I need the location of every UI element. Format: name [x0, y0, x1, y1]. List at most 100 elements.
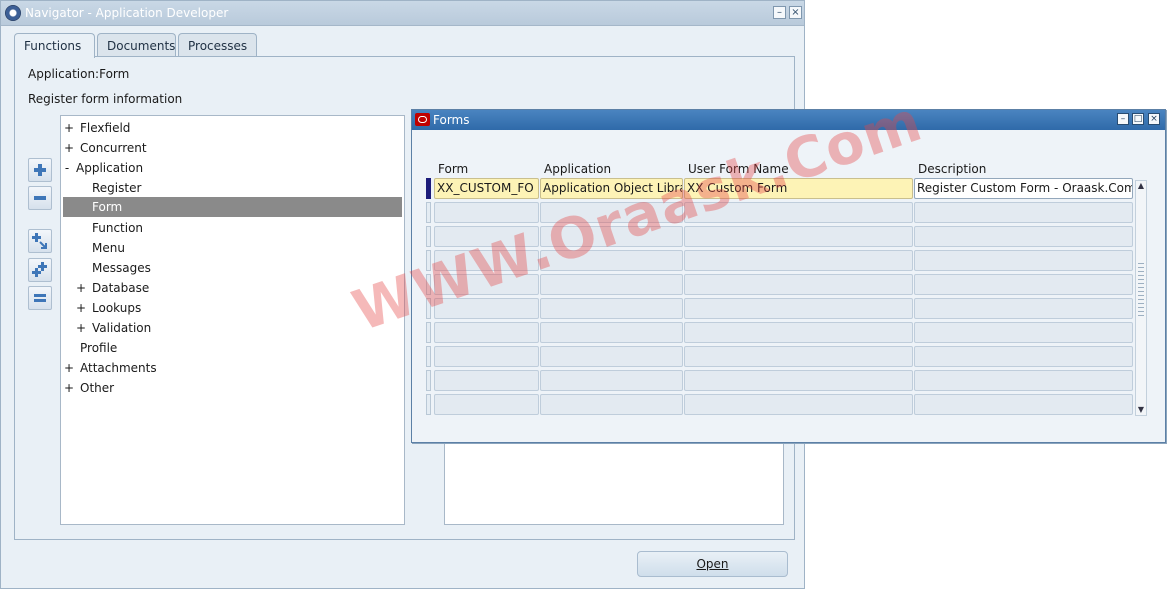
tree-expander[interactable]: + — [64, 358, 74, 378]
record-indicator[interactable] — [426, 322, 431, 343]
tree-item-flexfield[interactable]: + Flexfield — [61, 118, 404, 138]
application-cell[interactable] — [540, 274, 683, 295]
collapse-all-button[interactable] — [28, 286, 52, 310]
description-cell[interactable] — [914, 226, 1133, 247]
record-indicator[interactable] — [426, 298, 431, 319]
form-cell[interactable] — [434, 274, 539, 295]
application-cell[interactable] — [540, 370, 683, 391]
tree-expander[interactable]: - — [62, 158, 72, 178]
record-indicator[interactable] — [426, 274, 431, 295]
table-row[interactable] — [426, 250, 1136, 272]
tree-item-application[interactable]: - Application — [61, 158, 404, 178]
table-row[interactable] — [426, 298, 1136, 320]
vertical-scrollbar[interactable]: ▲ ▼ — [1135, 180, 1147, 416]
tree-expander[interactable]: + — [64, 118, 74, 138]
table-row[interactable]: XX_CUSTOM_FO Application Object Libra XX C… — [426, 178, 1136, 200]
maximize-icon[interactable]: □ — [1132, 113, 1144, 125]
scroll-up-icon[interactable]: ▲ — [1136, 181, 1146, 191]
record-indicator[interactable] — [426, 226, 431, 247]
scroll-grip[interactable] — [1138, 263, 1144, 317]
form-cell[interactable] — [434, 346, 539, 367]
table-row[interactable] — [426, 370, 1136, 392]
description-cell[interactable] — [914, 370, 1133, 391]
form-cell[interactable] — [434, 202, 539, 223]
minimize-icon[interactable]: – — [773, 6, 786, 19]
tree-item-menu[interactable]: Menu — [61, 238, 404, 258]
description-cell[interactable] — [914, 394, 1133, 415]
forms-titlebar[interactable]: Forms – □ × — [412, 110, 1165, 130]
form-cell[interactable] — [434, 250, 539, 271]
form-cell[interactable] — [434, 298, 539, 319]
form-cell[interactable] — [434, 322, 539, 343]
close-icon[interactable]: × — [789, 6, 802, 19]
table-row[interactable] — [426, 274, 1136, 296]
tree-item-validation[interactable]: + Validation — [61, 318, 404, 338]
record-indicator[interactable] — [426, 250, 431, 271]
tree-item-form[interactable]: Form — [63, 197, 402, 217]
user-form-name-cell[interactable] — [684, 202, 913, 223]
description-cell[interactable] — [914, 346, 1133, 367]
tree-expander[interactable]: + — [64, 138, 74, 158]
user-form-name-cell[interactable] — [684, 346, 913, 367]
tab-functions[interactable]: Functions — [14, 33, 95, 58]
application-cell[interactable] — [540, 346, 683, 367]
user-form-name-cell[interactable] — [684, 370, 913, 391]
user-form-name-cell[interactable] — [684, 226, 913, 247]
tree-item-lookups[interactable]: + Lookups — [61, 298, 404, 318]
expand-branch-button[interactable] — [28, 229, 52, 253]
user-form-name-cell[interactable] — [684, 274, 913, 295]
tree-item-function[interactable]: Function — [61, 218, 404, 238]
tree-item-concurrent[interactable]: + Concurrent — [61, 138, 404, 158]
table-row[interactable] — [426, 322, 1136, 344]
scroll-down-icon[interactable]: ▼ — [1136, 405, 1146, 415]
navigator-titlebar[interactable]: Navigator - Application Developer – × — [1, 1, 804, 26]
application-cell[interactable] — [540, 322, 683, 343]
form-cell[interactable] — [434, 370, 539, 391]
table-row[interactable] — [426, 346, 1136, 368]
user-form-name-cell[interactable] — [684, 394, 913, 415]
tab-processes[interactable]: Processes — [178, 33, 257, 57]
application-cell[interactable] — [540, 250, 683, 271]
record-indicator[interactable] — [426, 370, 431, 391]
minimize-icon[interactable]: – — [1117, 113, 1129, 125]
open-button[interactable]: Open — [637, 551, 788, 577]
record-indicator[interactable] — [426, 202, 431, 223]
application-cell[interactable] — [540, 394, 683, 415]
tree-item-profile[interactable]: Profile — [61, 338, 404, 358]
tree-expander[interactable]: + — [76, 298, 86, 318]
user-form-name-cell[interactable]: XX Custom Form — [684, 178, 913, 199]
tree-item-database[interactable]: + Database — [61, 278, 404, 298]
record-indicator[interactable] — [426, 394, 431, 415]
tree-item-messages[interactable]: Messages — [61, 258, 404, 278]
collapse-button[interactable] — [28, 186, 52, 210]
user-form-name-cell[interactable] — [684, 322, 913, 343]
tree-item-attachments[interactable]: + Attachments — [61, 358, 404, 378]
user-form-name-cell[interactable] — [684, 298, 913, 319]
tab-documents[interactable]: Documents — [97, 33, 176, 57]
description-cell[interactable] — [914, 250, 1133, 271]
form-cell[interactable]: XX_CUSTOM_FO — [434, 178, 539, 199]
form-cell[interactable] — [434, 394, 539, 415]
table-row[interactable] — [426, 394, 1136, 416]
expand-all-button[interactable] — [28, 258, 52, 282]
record-indicator[interactable] — [426, 178, 431, 199]
application-cell[interactable]: Application Object Libra — [540, 178, 683, 199]
table-row[interactable] — [426, 226, 1136, 248]
user-form-name-cell[interactable] — [684, 250, 913, 271]
tree-item-register[interactable]: Register — [61, 178, 404, 198]
table-row[interactable] — [426, 202, 1136, 224]
application-cell[interactable] — [540, 202, 683, 223]
record-indicator[interactable] — [426, 346, 431, 367]
description-cell[interactable] — [914, 202, 1133, 223]
description-cell[interactable]: Register Custom Form - Oraask.Com — [914, 178, 1133, 199]
description-cell[interactable] — [914, 274, 1133, 295]
application-cell[interactable] — [540, 298, 683, 319]
function-tree[interactable]: + Flexfield + Concurrent - Application Regi… — [60, 115, 405, 525]
description-cell[interactable] — [914, 298, 1133, 319]
tree-expander[interactable]: + — [64, 378, 74, 398]
expand-button[interactable] — [28, 158, 52, 182]
application-cell[interactable] — [540, 226, 683, 247]
tree-item-other[interactable]: + Other — [61, 378, 404, 398]
close-icon[interactable]: × — [1148, 113, 1160, 125]
tree-expander[interactable]: + — [76, 318, 86, 338]
